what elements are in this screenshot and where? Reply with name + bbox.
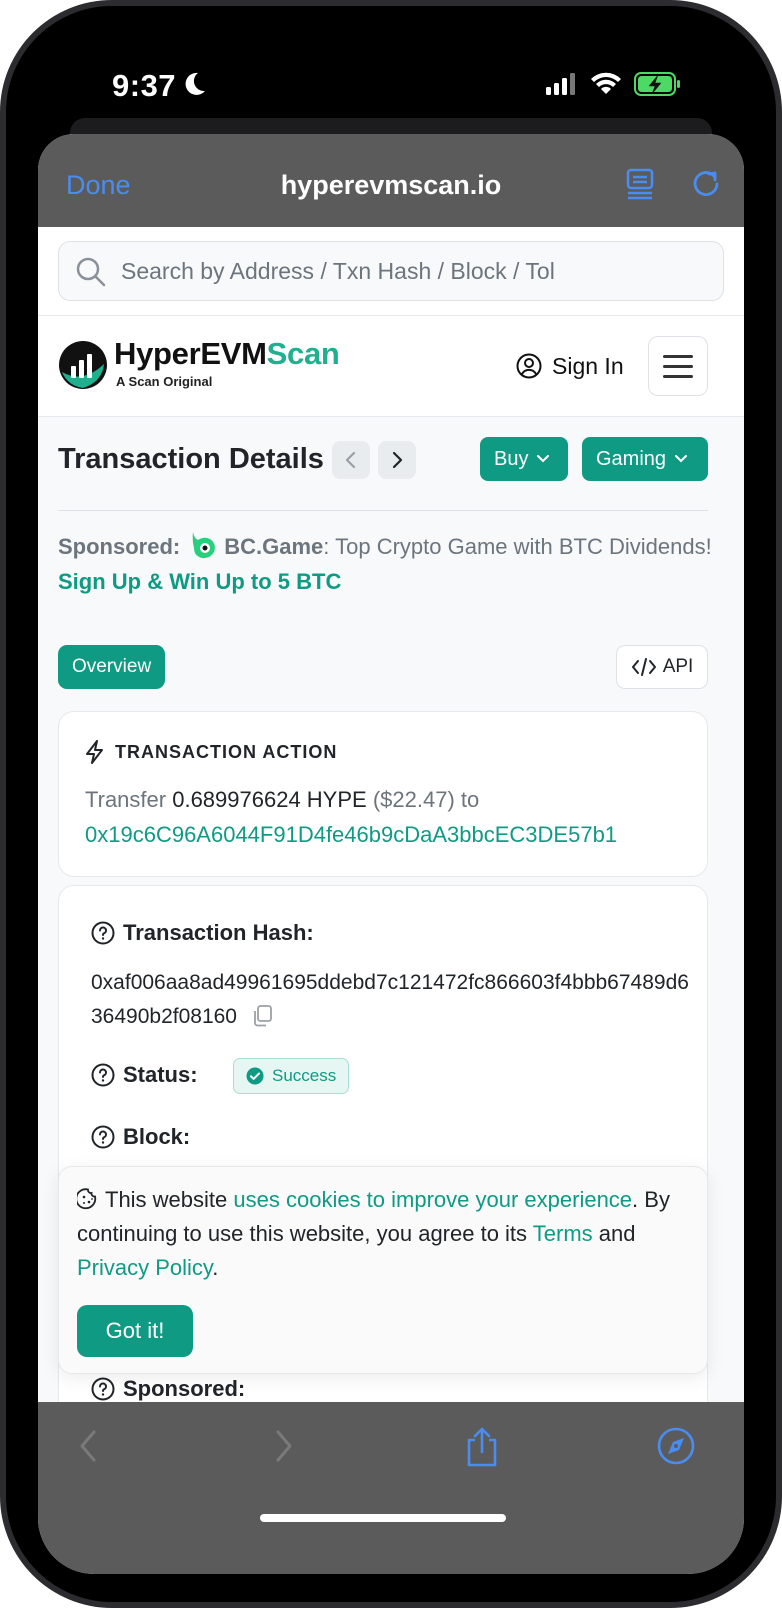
action-amount: 0.689976624 HYPE: [172, 787, 367, 812]
chevron-left-icon: [345, 451, 356, 469]
cookie-icon: [77, 1188, 97, 1210]
menu-bar-icon: [663, 375, 693, 378]
logo-main: HyperEVM: [114, 336, 267, 371]
next-transaction-button[interactable]: [378, 441, 416, 479]
forward-icon[interactable]: [270, 1426, 298, 1466]
question-circle-icon[interactable]: [91, 1125, 115, 1149]
menu-bar-icon: [663, 365, 693, 368]
user-circle-icon: [516, 353, 542, 379]
transaction-action-heading: TRANSACTION ACTION: [115, 741, 338, 762]
chevron-down-icon: [537, 455, 550, 463]
share-icon[interactable]: [462, 1426, 502, 1468]
moon-icon: [185, 72, 205, 95]
search-bar: [38, 227, 744, 316]
safari-view-controller: Done hyperevmscan.io HyperEVMScan A Scan…: [38, 134, 744, 1574]
cookie-text-3: and: [592, 1221, 636, 1246]
logo-accent: Scan: [266, 336, 340, 371]
sign-in-label: Sign In: [552, 352, 624, 379]
bc-game-logo-icon: [192, 532, 216, 559]
status-value: Success: [272, 1066, 337, 1085]
question-circle-icon[interactable]: [91, 921, 115, 945]
prev-transaction-button[interactable]: [332, 441, 370, 479]
block-label-text: Block:: [123, 1124, 191, 1149]
sponsored-row-label: Sponsored:: [91, 1376, 245, 1402]
api-label: API: [662, 656, 694, 677]
chevron-right-icon: [392, 451, 403, 469]
wifi-icon: [591, 72, 621, 94]
divider: [58, 510, 708, 511]
gaming-label: Gaming: [596, 447, 667, 470]
transaction-action-card: TRANSACTION ACTION Transfer 0.689976624 …: [58, 711, 708, 877]
status-time: 9:37: [112, 68, 177, 103]
cookie-policy-link[interactable]: uses cookies to improve your experience: [233, 1187, 632, 1212]
menu-button[interactable]: [648, 336, 708, 396]
status-label-text: Status:: [123, 1062, 198, 1087]
status-bar: 9:37: [6, 6, 776, 126]
gaming-dropdown[interactable]: Gaming: [582, 437, 708, 481]
transaction-hash-text: 0xaf006aa8ad49961695ddebd7c121472fc86660…: [91, 971, 689, 1028]
transaction-action-title: TRANSACTION ACTION: [85, 740, 337, 764]
transaction-hash-value: 0xaf006aa8ad49961695ddebd7c121472fc86660…: [91, 966, 691, 1034]
status-badge: Success: [233, 1058, 350, 1094]
hyperevmscan-logo-icon: [59, 341, 107, 389]
chevron-down-icon: [675, 455, 688, 463]
back-icon[interactable]: [74, 1426, 102, 1466]
buy-label: Buy: [494, 447, 529, 470]
search-input[interactable]: [121, 242, 711, 300]
sponsored-text: : Top Crypto Game with BTC Dividends!: [323, 534, 712, 559]
browser-toolbar-top: Done hyperevmscan.io: [38, 134, 744, 227]
status-label: Status:: [91, 1062, 198, 1088]
code-icon: [631, 658, 656, 676]
search-box[interactable]: [58, 241, 724, 301]
got-it-button[interactable]: Got it!: [77, 1305, 193, 1357]
copy-icon[interactable]: [251, 1004, 273, 1028]
check-circle-icon: [246, 1067, 264, 1085]
site-header: HyperEVMScan A Scan Original Sign In: [38, 316, 744, 417]
cookie-text-1: This website: [105, 1187, 234, 1212]
search-icon: [76, 257, 106, 287]
transaction-hash-label-text: Transaction Hash:: [123, 920, 314, 945]
action-usd: ($22.47) to: [372, 787, 480, 812]
battery-charging-icon: [634, 72, 680, 96]
sponsored-brand-link[interactable]: BC.Game: [224, 534, 323, 559]
reload-icon[interactable]: [690, 168, 722, 200]
logo-subtitle: A Scan Original: [116, 374, 213, 389]
api-button[interactable]: API: [616, 645, 708, 689]
transaction-hash-label: Transaction Hash:: [91, 920, 314, 946]
cellular-signal-icon: [546, 73, 575, 95]
question-circle-icon[interactable]: [91, 1063, 115, 1087]
action-verb: Transfer: [85, 787, 167, 812]
menu-bar-icon: [663, 355, 693, 358]
block-label: Block:: [91, 1124, 190, 1150]
sponsored-label: Sponsored:: [58, 534, 181, 559]
lightning-icon: [86, 740, 103, 764]
sign-in-link[interactable]: Sign In: [516, 346, 624, 386]
home-indicator: [260, 1514, 506, 1522]
buy-dropdown[interactable]: Buy: [480, 437, 568, 481]
cookie-consent-banner: This website uses cookies to improve you…: [58, 1166, 708, 1374]
cookie-message: This website uses cookies to improve you…: [77, 1183, 697, 1285]
sponsored-cta-link[interactable]: Sign Up & Win Up to 5 BTC: [58, 569, 341, 594]
reader-mode-icon[interactable]: [626, 168, 656, 200]
compass-icon[interactable]: [656, 1426, 696, 1466]
action-recipient-link[interactable]: 0x19c6C96A6044F91D4fe46b9cDaA3bbcEC3DE57…: [85, 822, 617, 847]
question-circle-icon[interactable]: [91, 1377, 115, 1401]
screen: 9:37 Done hyperevmscan.io Search by Addr…: [6, 6, 776, 1602]
sponsored-banner: Sponsored: BC.Game: Top Crypto Game with …: [58, 529, 718, 599]
phone-frame: 9:37 Done hyperevmscan.io Search by Addr…: [0, 0, 782, 1608]
browser-toolbar-bottom: [38, 1402, 744, 1574]
sponsored-row-label-text: Sponsored:: [123, 1376, 246, 1401]
cookie-text-4: .: [212, 1255, 219, 1280]
terms-link[interactable]: Terms: [533, 1221, 593, 1246]
tab-overview[interactable]: Overview: [58, 645, 166, 689]
page-title: Transaction Details: [58, 443, 324, 475]
privacy-policy-link[interactable]: Privacy Policy: [77, 1255, 212, 1280]
transaction-action-summary: Transfer 0.689976624 HYPE ($22.47) to 0x…: [85, 782, 695, 852]
logo-wordmark[interactable]: HyperEVMScan: [114, 336, 340, 372]
